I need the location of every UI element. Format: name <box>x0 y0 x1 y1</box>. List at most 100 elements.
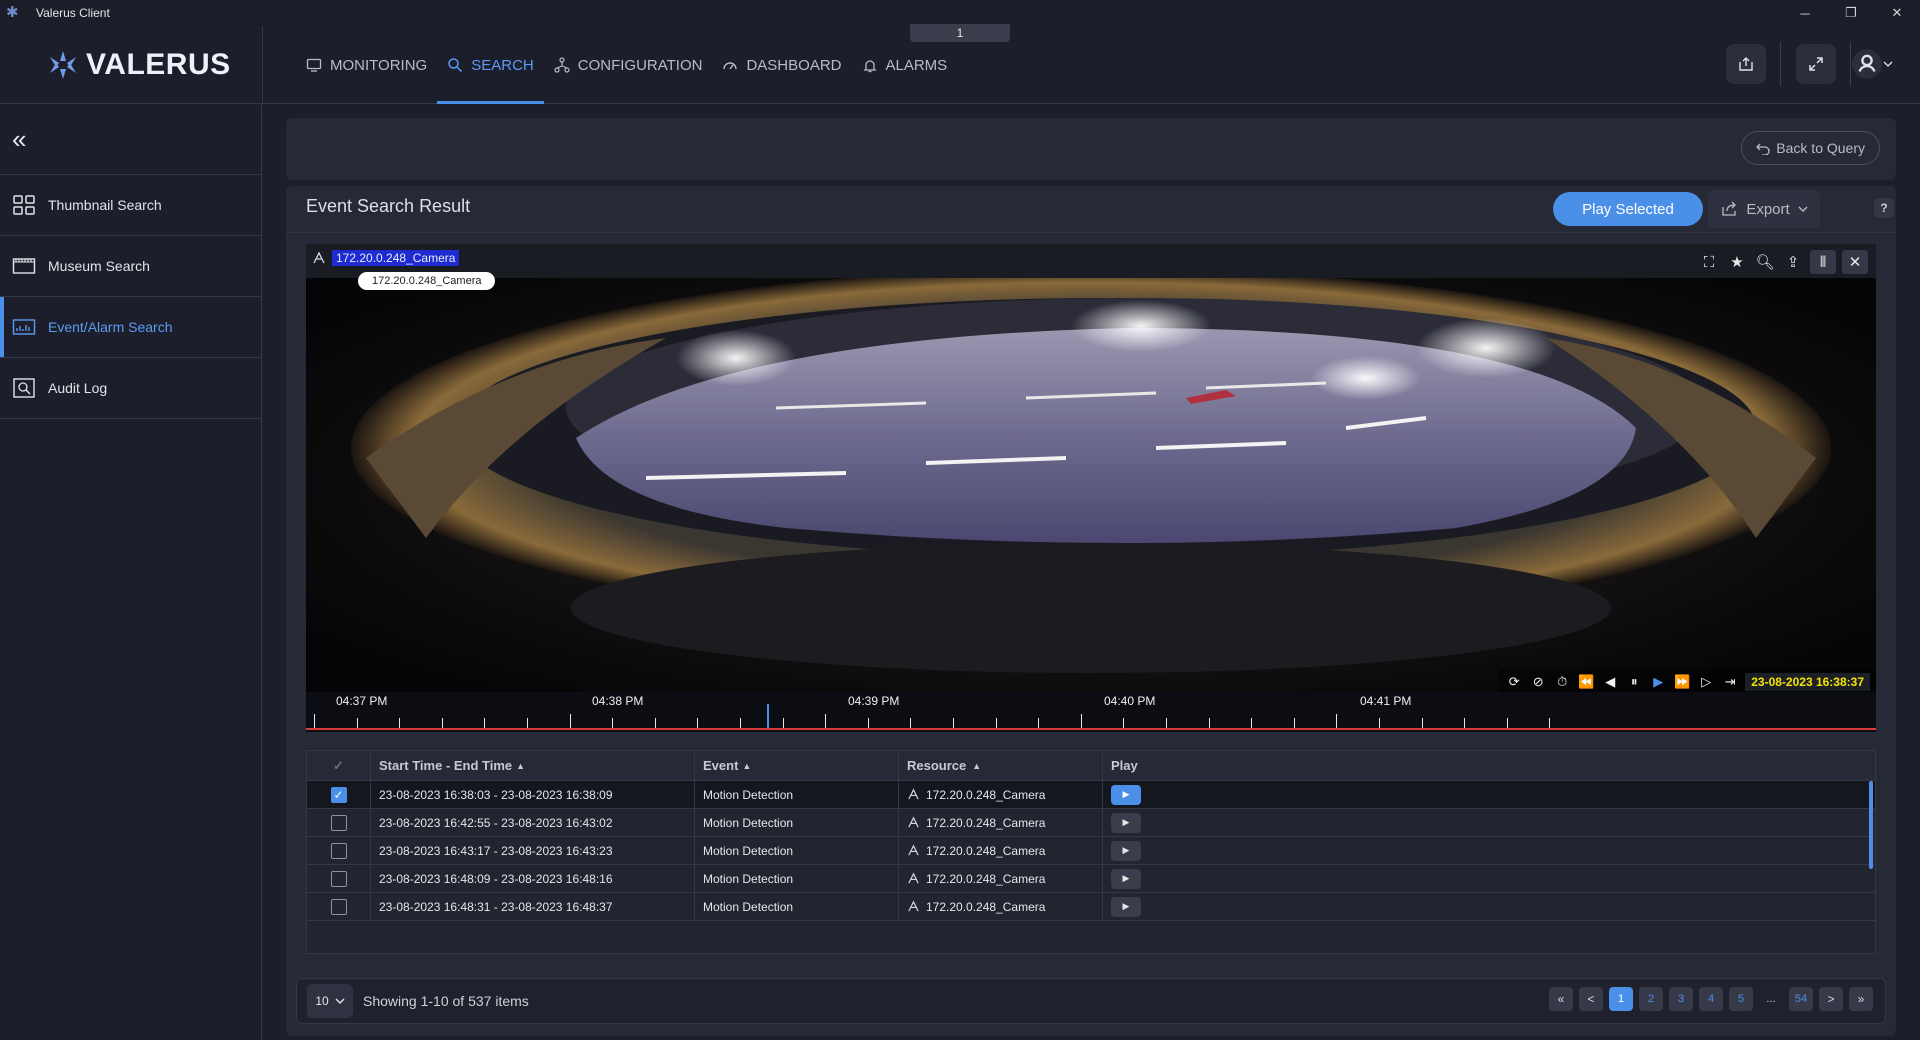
playback-timestamp: 23-08-2023 16:38:37 <box>1745 673 1870 691</box>
loop-icon[interactable]: ⟳ <box>1505 674 1523 690</box>
valerus-logo[interactable]: VALERUS <box>46 48 231 82</box>
resource-cell: 172.20.0.248_Camera <box>899 893 1103 920</box>
step-back-icon[interactable]: ◀ <box>1601 674 1619 690</box>
event-search-result-panel: Event Search Result Play Selected ? Expo… <box>286 186 1896 1036</box>
back-to-query-button[interactable]: Back to Query <box>1741 131 1880 165</box>
configuration-icon <box>554 57 570 73</box>
table-row[interactable]: 23-08-2023 16:43:17 - 23-08-2023 16:43:2… <box>307 837 1875 865</box>
row-select-cell <box>307 893 371 920</box>
resource-cell: 172.20.0.248_Camera <box>899 809 1103 836</box>
timeline-tick <box>527 718 528 728</box>
row-play-button[interactable]: ▶ <box>1111 868 1141 889</box>
share-button[interactable] <box>1726 44 1766 84</box>
timeline-label: 04:39 PM <box>848 694 900 708</box>
row-checkbox[interactable] <box>330 898 347 915</box>
timeline-tick <box>356 718 358 728</box>
collapse-sidebar-button[interactable]: « <box>0 105 261 175</box>
camera-label[interactable]: 172.20.0.248_Camera <box>312 250 460 266</box>
nav-configuration[interactable]: CONFIGURATION <box>544 26 713 104</box>
time-range: 23-08-2023 16:38:03 - 23-08-2023 16:38:0… <box>379 787 613 802</box>
sync-off-icon[interactable]: ⊘ <box>1529 674 1547 690</box>
play-selected-button[interactable]: Play Selected <box>1553 192 1703 226</box>
camera-tooltip: 172.20.0.248_Camera <box>358 272 496 290</box>
page-button[interactable]: 3 <box>1669 987 1693 1011</box>
table-row[interactable]: ✓ 23-08-2023 16:38:03 - 23-08-2023 16:38:… <box>307 781 1875 809</box>
sidebar-item-museum-search[interactable]: Museum Search <box>0 236 261 297</box>
row-play-button[interactable]: ▶ <box>1111 896 1141 917</box>
column-event[interactable]: Event ▲ <box>695 751 899 780</box>
next-page-button[interactable]: > <box>1819 987 1843 1011</box>
row-checkbox[interactable]: ✓ <box>330 786 347 803</box>
timeline-tick <box>1080 714 1082 728</box>
minimize-icon[interactable]: ─ <box>1782 0 1828 26</box>
column-start-end-time[interactable]: Start Time - End Time ▲ <box>371 751 695 780</box>
column-label: Start Time - End Time <box>379 758 513 773</box>
museum-icon <box>12 258 36 274</box>
close-icon[interactable]: ✕ <box>1874 0 1920 26</box>
restore-icon[interactable]: ❐ <box>1828 0 1874 26</box>
camera-icon <box>313 251 325 264</box>
timeline-tick <box>697 718 699 728</box>
help-icon[interactable]: ? <box>1874 198 1894 218</box>
video-player[interactable]: 172.20.0.248_Camera ⛶ ★ 🔍︎ ⇪ ⦀ ✕ 172.20.… <box>306 244 1876 732</box>
prev-page-button[interactable]: < <box>1579 987 1603 1011</box>
sidebar-item-event-alarm-search[interactable]: Event/Alarm Search <box>0 297 261 358</box>
user-menu-button[interactable] <box>1846 44 1898 84</box>
row-select-cell <box>307 809 371 836</box>
close-video-icon[interactable]: ✕ <box>1842 250 1868 274</box>
table-row[interactable]: 23-08-2023 16:48:31 - 23-08-2023 16:48:3… <box>307 893 1875 921</box>
timeline-tick <box>1549 718 1551 728</box>
timeline-tick <box>995 718 997 728</box>
timeline-cursor[interactable] <box>767 704 769 728</box>
pause-icon[interactable]: ⏸ <box>1625 674 1643 690</box>
nav-dashboard[interactable]: DASHBOARD <box>712 26 851 104</box>
timeline-recording-bar <box>306 728 1876 730</box>
sidebar-item-audit-log[interactable]: Audit Log <box>0 358 261 419</box>
page-size-select[interactable]: 10 <box>307 984 353 1018</box>
select-all-header[interactable]: ✓ <box>307 751 371 780</box>
header-divider <box>262 26 263 104</box>
page-button[interactable]: 2 <box>1639 987 1663 1011</box>
page-button[interactable]: 5 <box>1729 987 1753 1011</box>
nav-monitoring[interactable]: MONITORING <box>296 26 437 104</box>
columns-icon[interactable]: ⦀ <box>1810 250 1836 274</box>
last-page-number-button[interactable]: 54 <box>1789 987 1813 1011</box>
nav-search-label: SEARCH <box>471 56 534 74</box>
play-icon[interactable]: ▶ <box>1649 674 1667 690</box>
page-button[interactable]: 1 <box>1609 987 1633 1011</box>
export-button[interactable]: Export <box>1708 190 1820 228</box>
video-timeline[interactable]: 04:37 PM 04:38 PM 04:39 PM 04:40 PM 04:4… <box>306 692 1876 732</box>
camera-icon <box>908 788 919 800</box>
last-page-button[interactable]: » <box>1849 987 1873 1011</box>
table-row[interactable]: 23-08-2023 16:42:55 - 23-08-2023 16:43:0… <box>307 809 1875 837</box>
table-scrollbar[interactable] <box>1869 781 1873 869</box>
camera-icon <box>908 844 919 856</box>
nav-search[interactable]: SEARCH <box>437 26 544 104</box>
sidebar-item-label: Thumbnail Search <box>48 197 162 213</box>
table-row[interactable]: 23-08-2023 16:48:09 - 23-08-2023 16:48:1… <box>307 865 1875 893</box>
snapshot-icon[interactable]: ⛶ <box>1698 251 1720 273</box>
page-button[interactable]: 4 <box>1699 987 1723 1011</box>
sidebar-item-thumbnail-search[interactable]: Thumbnail Search <box>0 175 261 236</box>
fullscreen-button[interactable] <box>1796 44 1836 84</box>
row-checkbox[interactable] <box>330 814 347 831</box>
fast-forward-icon[interactable]: ⏩ <box>1673 674 1691 690</box>
timer-icon[interactable]: ⏱ <box>1553 674 1571 690</box>
row-checkbox[interactable] <box>330 870 347 887</box>
column-resource[interactable]: Resource ▲ <box>899 751 1103 780</box>
time-range: 23-08-2023 16:48:09 - 23-08-2023 16:48:1… <box>379 871 613 886</box>
row-play-button[interactable]: ▶ <box>1111 812 1141 833</box>
first-page-button[interactable]: « <box>1549 987 1573 1011</box>
alarm-icon <box>862 60 877 73</box>
skip-to-end-icon[interactable]: ⇥ <box>1721 674 1739 690</box>
row-checkbox[interactable] <box>330 842 347 859</box>
export-clip-icon[interactable]: ⇪ <box>1782 251 1804 273</box>
row-play-button[interactable]: ▶ <box>1111 784 1141 805</box>
table-body: ✓ 23-08-2023 16:38:03 - 23-08-2023 16:38:… <box>307 781 1875 921</box>
bookmark-star-icon[interactable]: ★ <box>1726 251 1748 273</box>
fast-rewind-icon[interactable]: ⏪ <box>1577 674 1595 690</box>
zoom-icon[interactable]: 🔍︎ <box>1754 251 1776 273</box>
page-tab-indicator[interactable]: 1 <box>910 24 1010 42</box>
row-play-button[interactable]: ▶ <box>1111 840 1141 861</box>
step-forward-icon[interactable]: ▷ <box>1697 674 1715 690</box>
